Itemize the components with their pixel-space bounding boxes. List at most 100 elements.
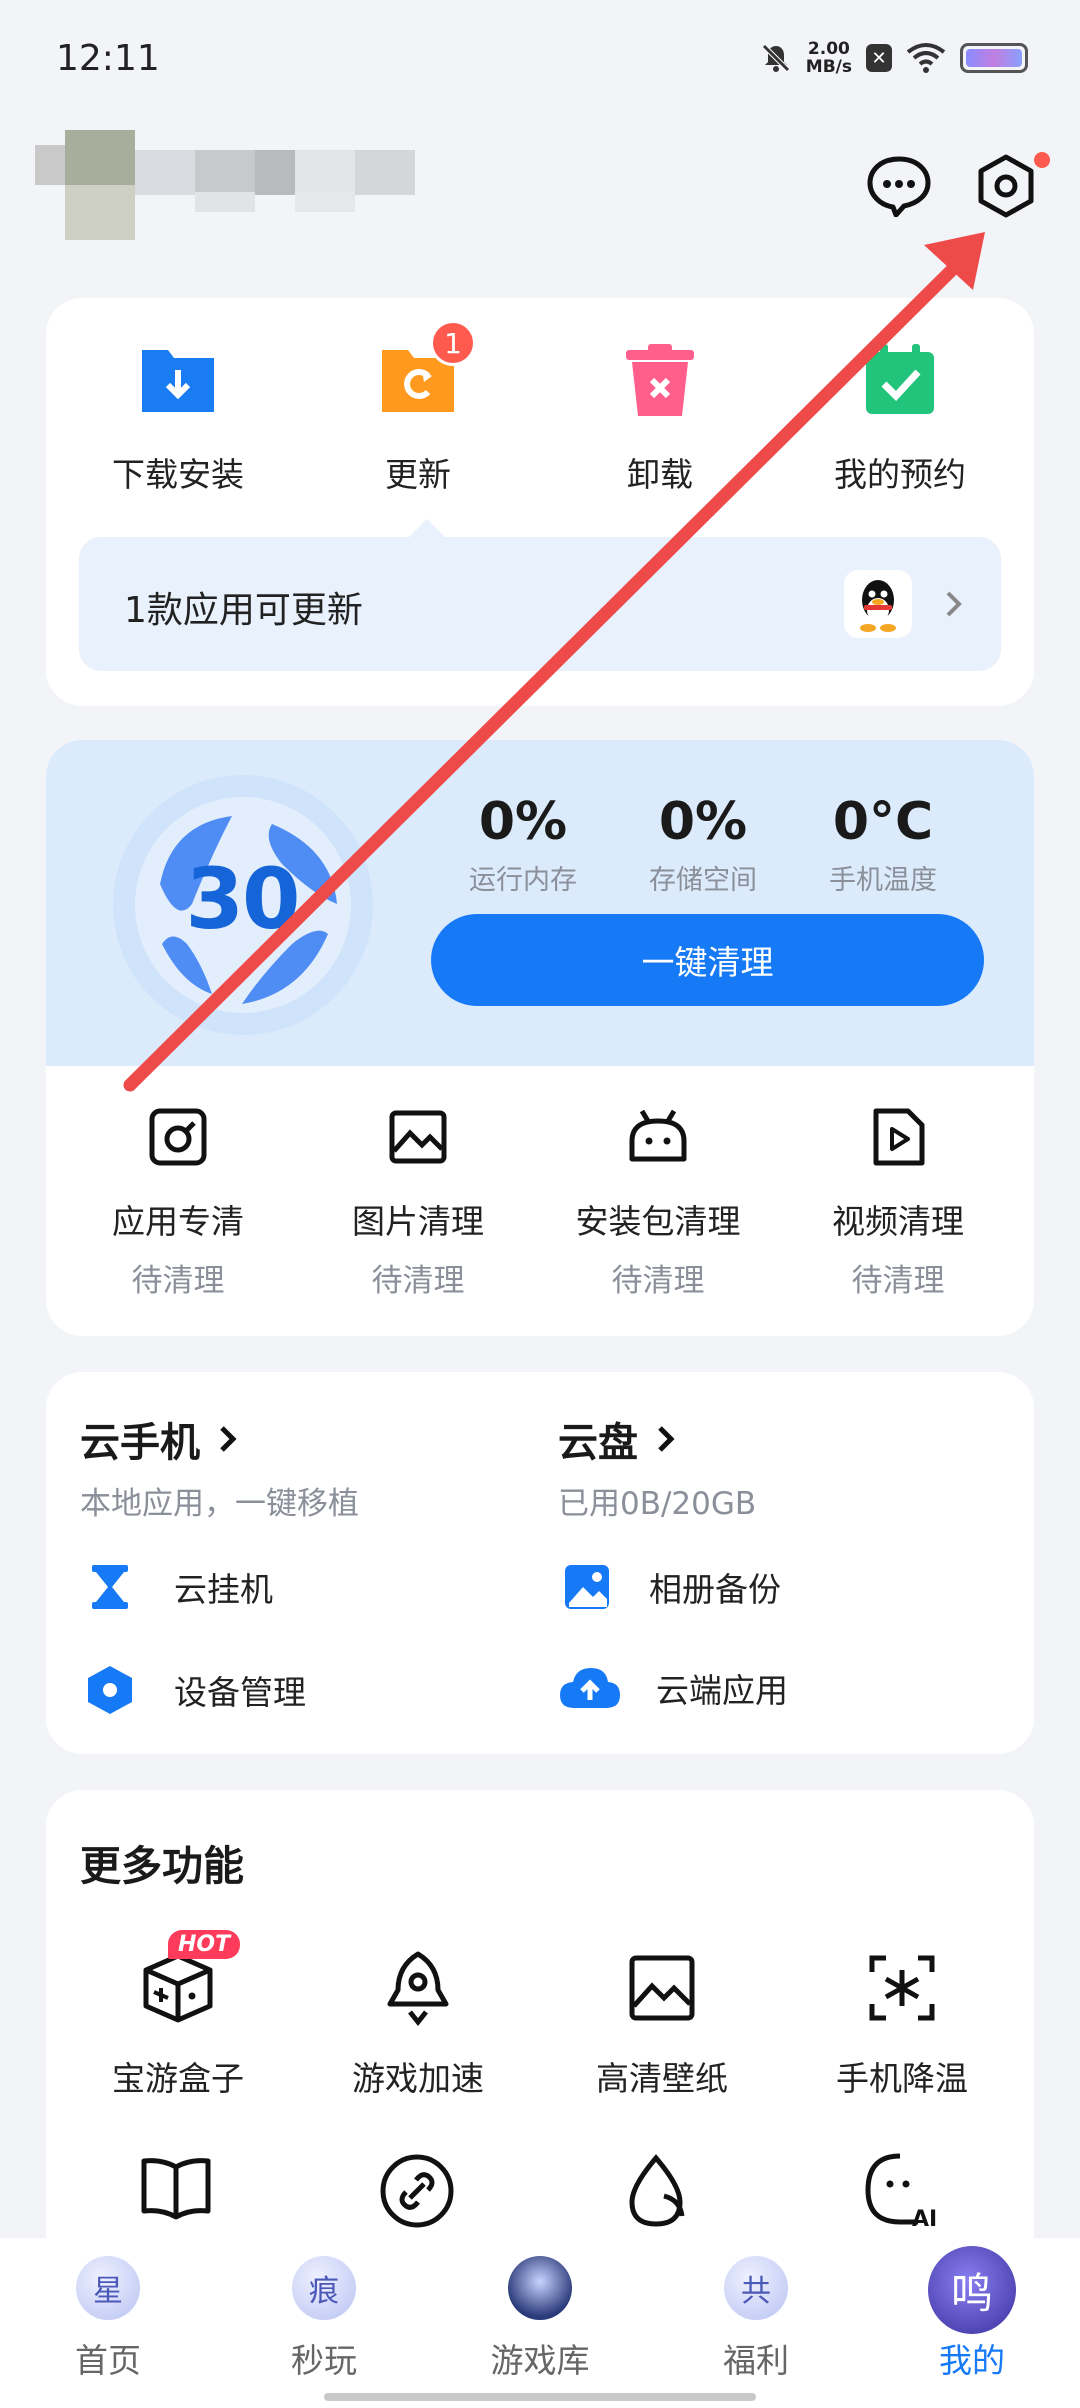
qq-app-icon [844, 570, 912, 638]
water-drop-icon[interactable] [620, 2152, 694, 2230]
bottom-navigation: 星 首页 痕 秒玩 游戏库 共 福利 鸣 我的 [0, 2238, 1080, 2408]
nav-mine[interactable]: 鸣 我的 [864, 2246, 1080, 2382]
album-icon [565, 1565, 609, 1609]
message-icon[interactable] [863, 150, 935, 222]
video-file-icon [873, 1108, 925, 1166]
cloud-apps-entry[interactable]: 云端应用 [558, 1664, 788, 1712]
nav-game-library[interactable]: 游戏库 [432, 2256, 648, 2382]
app-clean-label: 应用专清 [112, 1202, 244, 1241]
chevron-right-icon [658, 1426, 675, 1452]
more-features-title: 更多功能 [80, 1842, 244, 1890]
svg-text:AI: AI [912, 2207, 937, 2230]
image-icon [389, 1110, 447, 1164]
game-library-tab-icon [508, 2256, 572, 2320]
android-icon [629, 1109, 687, 1162]
book-icon[interactable] [140, 2155, 212, 2221]
device-manage-label: 设备管理 [174, 1673, 306, 1712]
nav-welfare[interactable]: 共 福利 [648, 2256, 864, 2382]
cloud-phone-header[interactable]: 云手机 [80, 1410, 238, 1468]
cloud-apps-label: 云端应用 [656, 1671, 788, 1710]
app-clean-status: 待清理 [131, 1263, 225, 1299]
cloud-disk-title: 云盘 [558, 1420, 638, 1466]
wallpaper-label: 高清壁纸 [596, 2059, 728, 2098]
cloud-phone-subtitle: 本地应用，一键移植 [80, 1486, 359, 1522]
cloud-disk-header[interactable]: 云盘 [558, 1410, 676, 1468]
image-clean-status: 待清理 [371, 1263, 465, 1299]
hexagon-settings-icon [88, 1666, 132, 1714]
download-install-entry[interactable]: 下载安装 [78, 340, 278, 496]
storage-value: 0% [658, 792, 748, 852]
download-install-label: 下载安装 [112, 455, 244, 494]
update-badge: 1 [430, 320, 476, 366]
home-indicator[interactable] [324, 2393, 756, 2401]
nav-mine-label: 我的 [939, 2341, 1005, 2380]
download-folder-icon [138, 340, 218, 420]
update-label: 更新 [385, 455, 451, 494]
wallpaper-entry[interactable]: 高清壁纸 [552, 1950, 772, 2100]
hourglass-icon [92, 1565, 128, 1609]
game-box-entry[interactable]: 宝游盒子 [68, 1950, 288, 2100]
calendar-check-icon [860, 340, 940, 420]
speed-value: 2.00 [807, 39, 850, 59]
cloud-disk-usage: 已用0B/20GB [558, 1486, 757, 1522]
image-clean-label: 图片清理 [352, 1202, 484, 1241]
cloud-hang-entry[interactable]: 云挂机 [88, 1563, 273, 1611]
ram-stat: 0% 运行内存 [433, 792, 613, 897]
update-icon: 1 [378, 320, 476, 420]
rocket-icon [387, 1951, 449, 2027]
reservation-entry[interactable]: 我的预约 [800, 340, 1000, 496]
phone-cool-entry[interactable]: 手机降温 [792, 1950, 1012, 2100]
ram-value: 0% [478, 792, 568, 852]
nav-instant-play-label: 秒玩 [291, 2341, 357, 2380]
app-clean-icon [149, 1108, 207, 1166]
network-speed: 2.00 MB/s [806, 40, 852, 76]
mine-tab-icon: 鸣 [928, 2246, 1016, 2334]
apk-clean-status: 待清理 [611, 1263, 705, 1299]
game-box-label: 宝游盒子 [112, 2059, 244, 2098]
speed-unit: MB/s [805, 57, 852, 77]
temperature-value: 0°C [832, 792, 934, 852]
one-click-clean-button[interactable]: 一键清理 [431, 914, 984, 1006]
video-clean-status: 待清理 [851, 1263, 945, 1299]
video-clean-entry[interactable]: 视频清理 待清理 [798, 1105, 998, 1300]
album-backup-label: 相册备份 [649, 1570, 781, 1609]
reservation-label: 我的预约 [834, 455, 966, 494]
wallpaper-icon [629, 1955, 695, 2021]
trash-icon [620, 340, 700, 420]
device-manage-entry[interactable]: 设备管理 [86, 1664, 306, 1716]
score-value: 30 [185, 850, 301, 948]
uninstall-entry[interactable]: 卸载 [560, 340, 760, 496]
snowflake-frame-icon [869, 1955, 935, 2021]
app-clean-entry[interactable]: 应用专清 待清理 [78, 1105, 278, 1300]
home-tab-icon: 星 [76, 2256, 140, 2320]
sim-off-icon: ✕ [866, 44, 892, 72]
album-backup-entry[interactable]: 相册备份 [563, 1563, 781, 1611]
uninstall-label: 卸载 [627, 455, 693, 494]
cloud-phone-title: 云手机 [80, 1420, 200, 1466]
link-circle-icon[interactable] [378, 2152, 456, 2230]
temperature-stat: 0°C 手机温度 [793, 792, 973, 897]
apk-clean-entry[interactable]: 安装包清理 待清理 [558, 1105, 758, 1300]
storage-label: 存储空间 [649, 865, 757, 896]
settings-icon[interactable] [970, 150, 1042, 222]
update-entry[interactable]: 1 更新 [318, 320, 518, 496]
settings-notification-dot [1034, 152, 1050, 168]
nav-instant-play[interactable]: 痕 秒玩 [216, 2256, 432, 2382]
update-notice-bar[interactable]: 1款应用可更新 [79, 519, 1001, 671]
ai-assistant-icon[interactable]: AI [860, 2150, 940, 2230]
status-time: 12:11 [56, 38, 160, 79]
image-clean-entry[interactable]: 图片清理 待清理 [318, 1105, 518, 1300]
battery-icon [960, 43, 1028, 73]
temperature-label: 手机温度 [829, 865, 937, 896]
nav-home[interactable]: 星 首页 [0, 2256, 216, 2382]
cloud-upload-icon [560, 1668, 620, 1708]
chevron-right-icon [946, 591, 962, 617]
phone-cool-label: 手机降温 [836, 2059, 968, 2098]
update-notice-text: 1款应用可更新 [124, 590, 363, 631]
apk-clean-label: 安装包清理 [575, 1202, 741, 1241]
ram-label: 运行内存 [469, 865, 577, 896]
cloud-hang-label: 云挂机 [174, 1570, 273, 1609]
avatar[interactable] [35, 130, 455, 260]
hot-badge: HOT [168, 1930, 241, 1959]
game-boost-entry[interactable]: 游戏加速 [308, 1950, 528, 2100]
